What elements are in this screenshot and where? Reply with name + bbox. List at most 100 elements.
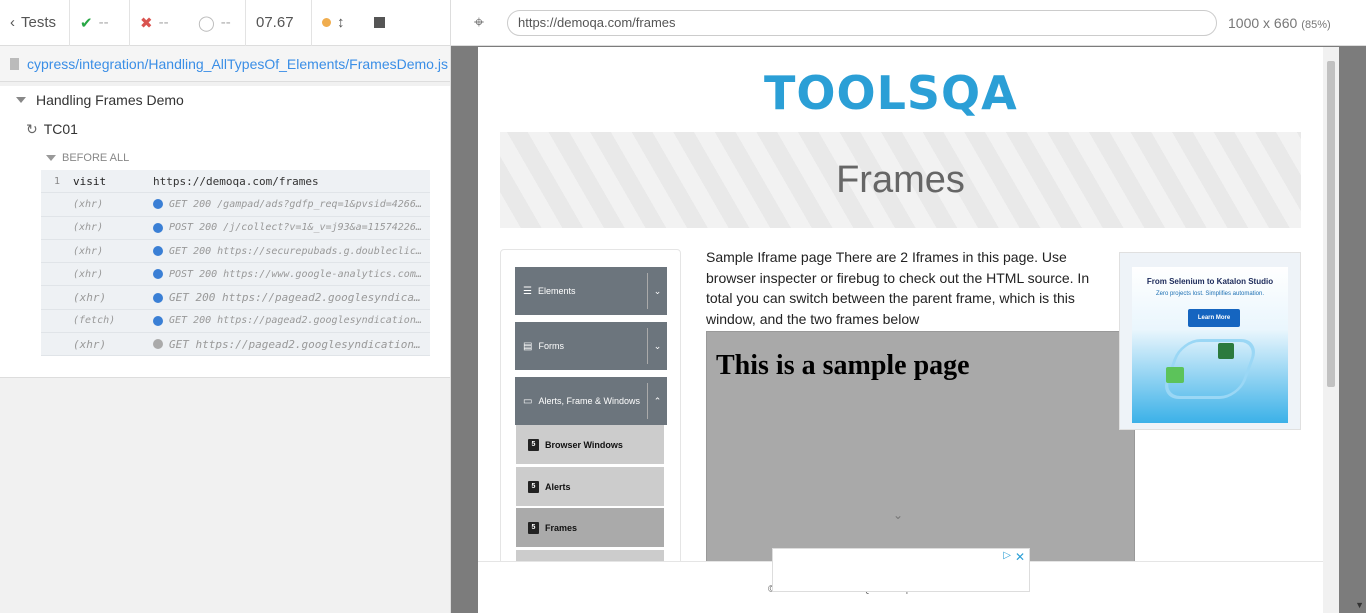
- command-row[interactable]: (xhr) POST 200 https://www.google-analyti…: [41, 263, 430, 287]
- stop-button[interactable]: [364, 0, 404, 46]
- ad-learn-more-button[interactable]: Learn More: [1188, 309, 1240, 327]
- status-dot-icon: [153, 199, 163, 210]
- page-title: Frames: [836, 158, 965, 201]
- pending-circle-icon: ◯: [198, 14, 215, 32]
- reporter-header: ‹ Tests ✔ -- ✖ -- ◯ -- 07.67 ↕: [0, 0, 450, 46]
- selector-playground-crosshair-icon[interactable]: ⌖: [451, 12, 507, 33]
- command-row[interactable]: (xhr) POST 200 /j/collect?v=1&_v=j93&a=11…: [41, 217, 430, 240]
- command-row[interactable]: (fetch) GET 200 https://pagead2.googlesyn…: [41, 310, 430, 334]
- command-row[interactable]: (xhr) GET https://pagead2.googlesyndicati…: [41, 333, 430, 357]
- test-title: TC01: [43, 121, 78, 137]
- command-message: GET 200 https://pagead2.googlesyndicatio…: [169, 315, 430, 327]
- passed-count: ✔ --: [70, 0, 130, 46]
- hook-row[interactable]: BEFORE ALL: [0, 146, 450, 170]
- iframe-heading: This is a sample page: [716, 350, 970, 381]
- back-to-tests-button[interactable]: ‹ Tests: [0, 0, 70, 46]
- file-icon: [10, 57, 19, 70]
- x-icon: ✖: [140, 14, 153, 32]
- running-dot-icon: [322, 18, 331, 27]
- back-label: Tests: [21, 14, 57, 31]
- scrollbar-thumb[interactable]: [1327, 61, 1335, 387]
- command-message: GET https://pagead2.googlesyndication…: [169, 337, 421, 351]
- status-dot-icon: [153, 222, 163, 233]
- caret-down-icon: [46, 155, 56, 161]
- chevron-up-icon: ⌃: [647, 383, 667, 419]
- command-message: https://demoqa.com/frames: [153, 174, 319, 188]
- auto-scroll-toggle[interactable]: ↕: [312, 0, 364, 46]
- command-message: GET 200 /gampad/ads?gdfp_req=1&pvsid=426…: [169, 198, 430, 210]
- spec-path-bar: cypress/integration/Handling_AllTypesOf_…: [0, 46, 450, 82]
- html5-icon: 5: [528, 521, 539, 534]
- command-row[interactable]: (xhr) GET 200 /gampad/ads?gdfp_req=1&pvsi…: [41, 193, 430, 217]
- command-name: visit: [73, 174, 107, 188]
- html5-icon: 5: [528, 480, 539, 493]
- stop-icon: [374, 17, 385, 28]
- status-dot-icon: [153, 269, 163, 280]
- command-name: (xhr): [73, 337, 107, 351]
- url-field[interactable]: https://demoqa.com/frames: [507, 9, 1217, 36]
- window-icon: ▭: [523, 395, 533, 407]
- menu-group-elements[interactable]: ☰ Elements ⌄: [515, 267, 667, 315]
- status-dot-icon: [153, 315, 163, 326]
- ad-illustration-block: [1218, 343, 1234, 359]
- duration: 07.67: [246, 0, 312, 46]
- page-scrollbar[interactable]: [1323, 47, 1339, 613]
- spinner-icon: ↻: [26, 120, 38, 137]
- anchor-ad[interactable]: ▷ ✕: [772, 548, 1030, 592]
- aut-iframe: TOOLSQA Frames ☰ Elements ⌄ ▤ Forms ⌄ ▭ …: [478, 47, 1339, 613]
- command-list: 1 visit https://demoqa.com/frames (xhr) GET …: [41, 170, 430, 357]
- command-number: 1: [53, 175, 61, 187]
- scroll-down-arrow-icon[interactable]: ▼: [1355, 600, 1364, 610]
- page-description: Sample Iframe page There are 2 Iframes i…: [706, 249, 1090, 327]
- page-banner: Frames: [500, 132, 1301, 228]
- viewport-info: 1000 x 660 (85%): [1228, 14, 1331, 31]
- advertisement[interactable]: From Selenium to Katalon Studio Zero pro…: [1119, 252, 1301, 430]
- spec-path-link[interactable]: cypress/integration/Handling_AllTypesOf_…: [27, 56, 448, 72]
- test-row[interactable]: ↻ TC01: [0, 114, 450, 144]
- command-name: (xhr): [73, 245, 104, 257]
- pending-count: ◯ --: [188, 0, 246, 46]
- html5-icon: 5: [528, 438, 539, 451]
- adchoices-icon[interactable]: ▷: [1003, 550, 1011, 561]
- command-name: (xhr): [73, 198, 104, 210]
- command-name: (xhr): [73, 222, 104, 234]
- failed-count: ✖ --: [140, 14, 169, 32]
- ad-creative: From Selenium to Katalon Studio Zero pro…: [1132, 267, 1288, 423]
- command-message: GET 200 https://securepubads.g.doublecli…: [169, 245, 430, 257]
- aut-header: ⌖ https://demoqa.com/frames 1000 x 660 (8…: [451, 0, 1366, 46]
- side-menu: ☰ Elements ⌄ ▤ Forms ⌄ ▭ Alerts, Frame &…: [500, 249, 681, 613]
- command-message: POST 200 https://www.google-analytics.co…: [169, 268, 430, 280]
- menu-group-alerts-frame-windows[interactable]: ▭ Alerts, Frame & Windows ⌃: [515, 377, 667, 425]
- runnables: Handling Frames Demo ↻ TC01 BEFORE ALL 1…: [0, 86, 450, 378]
- chevron-down-icon: ⌄: [647, 328, 667, 364]
- caret-down-icon: [16, 97, 26, 103]
- status-dot-icon: [153, 292, 163, 303]
- check-icon: ✔: [80, 14, 93, 32]
- suite-row[interactable]: Handling Frames Demo: [0, 86, 450, 114]
- ad-headline: From Selenium to Katalon Studio: [1146, 277, 1274, 286]
- hamburger-icon: ☰: [523, 285, 532, 297]
- scroll-arrows-icon: ↕: [337, 14, 345, 31]
- command-row[interactable]: (xhr) GET 200 https://pagead2.googlesyndi…: [41, 286, 430, 310]
- close-icon[interactable]: ✕: [1015, 550, 1025, 564]
- command-log-panel: ‹ Tests ✔ -- ✖ -- ◯ -- 07.67 ↕ cypress/i…: [0, 0, 451, 613]
- command-name: (fetch): [73, 315, 116, 327]
- menu-item-browser-windows[interactable]: 5 Browser Windows: [516, 425, 664, 465]
- chevron-down-icon: ⌄: [647, 273, 667, 309]
- status-dot-icon: [153, 339, 163, 350]
- command-row[interactable]: (xhr) GET 200 https://securepubads.g.doub…: [41, 240, 430, 264]
- ad-illustration-block: [1166, 367, 1184, 383]
- suite-title: Handling Frames Demo: [36, 92, 184, 108]
- command-name: (xhr): [73, 268, 104, 280]
- menu-item-alerts[interactable]: 5 Alerts: [516, 467, 664, 507]
- app-under-test: ⌖ https://demoqa.com/frames 1000 x 660 (8…: [451, 0, 1366, 613]
- command-message: POST 200 /j/collect?v=1&_v=j93&a=1157422…: [169, 222, 430, 234]
- hook-label: BEFORE ALL: [62, 152, 130, 164]
- chevron-left-icon: ‹: [10, 14, 15, 31]
- toolsqa-logo[interactable]: TOOLSQA: [764, 63, 1018, 123]
- command-message: GET 200 https://pagead2.googlesyndica…: [169, 291, 421, 305]
- command-name: (xhr): [73, 291, 107, 305]
- command-row[interactable]: 1 visit https://demoqa.com/frames: [41, 170, 430, 194]
- menu-group-forms[interactable]: ▤ Forms ⌄: [515, 322, 667, 370]
- menu-item-frames[interactable]: 5 Frames: [516, 508, 664, 548]
